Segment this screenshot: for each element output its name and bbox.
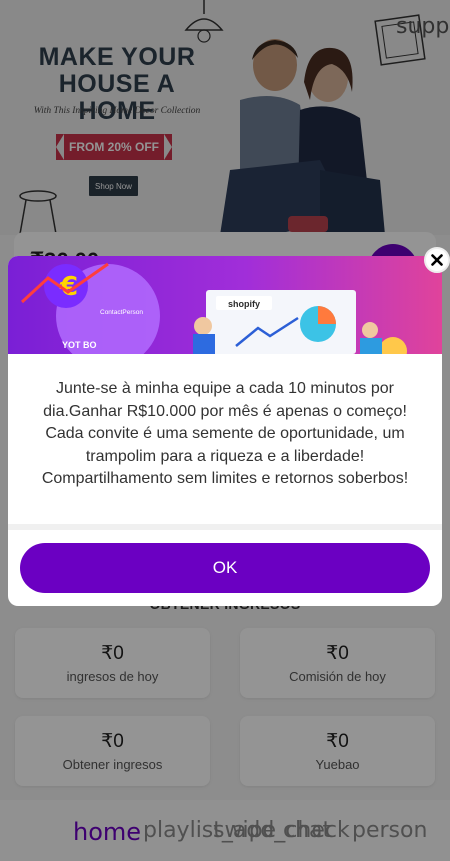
close-button[interactable] [424,247,450,273]
banner-shopify-label: shopify [228,299,260,309]
dialog-divider [8,524,442,530]
banner-corner-label: YOT BO [62,340,97,350]
dialog-message: Junte-se à minha equipe a cada 10 minuto… [41,380,409,487]
promo-banner-image: € ContactPerson YOT BO shopify [8,256,442,354]
promo-dialog: € ContactPerson YOT BO shopify Junte-se … [8,256,442,606]
close-icon [431,254,443,266]
banner-side-label: ContactPerson [100,309,143,316]
ok-button[interactable]: OK [20,543,430,593]
